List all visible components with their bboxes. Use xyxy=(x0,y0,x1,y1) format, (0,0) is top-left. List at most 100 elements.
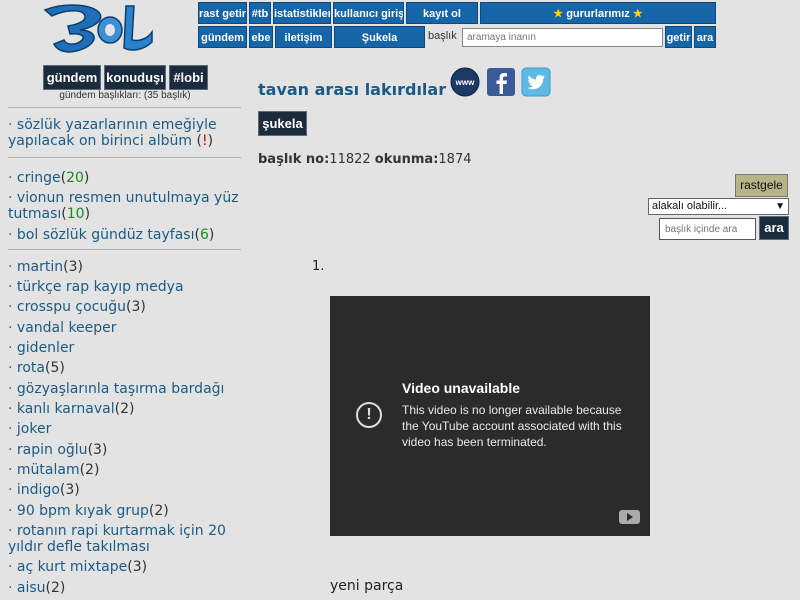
list-item-count: (2) xyxy=(45,580,66,596)
divider xyxy=(8,157,241,158)
tab-konudusi[interactable]: konuduşı xyxy=(104,65,166,90)
list-item-link[interactable]: türkçe rap kayıp medya xyxy=(17,279,184,295)
search-input[interactable] xyxy=(462,28,663,47)
list-item-link[interactable]: 90 bpm kıyak grup xyxy=(17,503,149,519)
list-item[interactable]: · rotanın rapi kurtarmak için 20 yıldır … xyxy=(8,523,243,555)
list-item[interactable]: · vionun resmen unutulmaya yüz tutması(1… xyxy=(8,190,243,222)
www-icon[interactable]: www xyxy=(450,67,480,97)
bullet: · xyxy=(8,523,17,539)
list-item[interactable]: · aç kurt mixtape(3) xyxy=(8,559,243,575)
list-item[interactable]: · mütalam(2) xyxy=(8,462,243,478)
nav-rast-getir[interactable]: rast getir xyxy=(198,2,247,24)
bol-logo[interactable] xyxy=(40,0,155,58)
youtube-icon[interactable] xyxy=(619,510,640,524)
bullet: · xyxy=(8,320,17,336)
bullet: · xyxy=(8,503,17,519)
list-item[interactable]: · martin(3) xyxy=(8,259,243,275)
list-item[interactable]: · bol sözlük gündüz tayfası(6) xyxy=(8,227,243,243)
bullet: · xyxy=(8,442,17,458)
list-item-link[interactable]: cringe xyxy=(17,170,61,186)
list-item-link[interactable]: gidenler xyxy=(17,340,74,356)
gundem-subtitle: gündem başlıkları: (35 başlık) xyxy=(59,90,191,101)
alakali-select[interactable]: alakalı olabilir... ▼ xyxy=(648,198,789,215)
nav-sukela[interactable]: Şukela xyxy=(334,26,425,48)
nav-gundem[interactable]: gündem xyxy=(198,26,247,48)
list-item-link[interactable]: gözyaşlarınla taşırma bardağı xyxy=(17,381,225,397)
list-item-link[interactable]: joker xyxy=(17,421,51,437)
divider xyxy=(8,107,241,108)
list-item[interactable]: · vandal keeper xyxy=(8,320,243,336)
list-item-link[interactable]: martin xyxy=(17,259,63,275)
tab-lobi[interactable]: #lobi xyxy=(169,65,208,90)
list-item-count: (3) xyxy=(87,442,108,458)
list-item[interactable]: · gözyaşlarınla taşırma bardağı xyxy=(8,381,243,397)
list-item-count: (3) xyxy=(126,299,146,315)
bullet: · xyxy=(8,279,17,295)
list-item[interactable]: · türkçe rap kayıp medya xyxy=(8,279,243,295)
featured-item[interactable]: · sözlük yazarlarının emeğiyle yapılacak… xyxy=(8,117,243,149)
tab-gundem[interactable]: gündem xyxy=(43,65,101,90)
video-message: This video is no longer available becaus… xyxy=(402,403,622,449)
list-item-count: (2) xyxy=(79,462,100,478)
list-item-link[interactable]: aç kurt mixtape xyxy=(17,559,127,575)
nav-ebe[interactable]: ebe xyxy=(249,26,273,48)
list-item[interactable]: · indigo(3) xyxy=(8,482,243,498)
list-item-link[interactable]: crosspu çocuğu xyxy=(17,299,126,315)
bullet: · xyxy=(8,259,17,275)
entry-text: yeni parça xyxy=(330,578,404,594)
list-item[interactable]: · rapin oğlu(3) xyxy=(8,442,243,458)
okunma-value: 1874 xyxy=(438,152,472,167)
nav-iletisim[interactable]: iletişim xyxy=(275,26,332,48)
list-item-count: (6) xyxy=(194,227,215,243)
list-item[interactable]: · aisu(2) xyxy=(8,580,243,596)
list-item-link[interactable]: bol sözlük gündüz tayfası xyxy=(17,227,195,243)
bullet: · xyxy=(8,381,17,397)
getir-button[interactable]: getir xyxy=(665,26,692,48)
nav-gururlarimiz-label: gururlarımız xyxy=(566,8,630,20)
twitter-icon[interactable] xyxy=(521,67,551,97)
list-item-link[interactable]: rotanın rapi kurtarmak için 20 yıldır de… xyxy=(8,523,226,555)
list-item-link[interactable]: rota xyxy=(17,360,45,376)
star-icon: ★ xyxy=(553,8,564,20)
rastgele-button[interactable]: rastgele xyxy=(735,174,788,197)
bullet: · xyxy=(8,299,17,315)
list-item-link[interactable]: aisu xyxy=(17,580,46,596)
list-item-count: (3) xyxy=(59,482,80,498)
entry-number: 1. xyxy=(312,259,325,274)
featured-badge: (!) xyxy=(196,133,214,149)
nav-tb[interactable]: #tb xyxy=(249,2,271,24)
list-item[interactable]: · kanlı karnaval(2) xyxy=(8,401,243,417)
nav-istatistikler[interactable]: istatistikler xyxy=(273,2,331,24)
nav-kullanici-girisi[interactable]: kullanıcı girişi xyxy=(333,2,404,24)
bullet: · xyxy=(8,340,17,356)
list-item[interactable]: · cringe(20) xyxy=(8,170,243,186)
in-topic-ara-button[interactable]: ara xyxy=(759,216,789,240)
in-topic-search-input[interactable] xyxy=(659,218,756,240)
alakali-selected: alakalı olabilir... xyxy=(652,200,728,212)
facebook-icon[interactable] xyxy=(486,67,516,97)
list-item-link[interactable]: mütalam xyxy=(17,462,80,478)
topic-title[interactable]: tavan arası lakırdılar xyxy=(258,80,446,99)
list-item-count: (20) xyxy=(60,170,90,186)
list-item[interactable]: · rota(5) xyxy=(8,360,243,376)
list-item-link[interactable]: vionun resmen unutulmaya yüz tutması xyxy=(8,190,239,222)
list-item[interactable]: · joker xyxy=(8,421,243,437)
list-item-count: (10) xyxy=(61,206,91,222)
list-item[interactable]: · gidenler xyxy=(8,340,243,356)
list-item-count: (2) xyxy=(148,503,169,519)
list-item[interactable]: · 90 bpm kıyak grup(2) xyxy=(8,503,243,519)
bullet: · xyxy=(8,170,17,186)
video-embed[interactable]: ! Video unavailable This video is no lon… xyxy=(330,296,650,536)
www-icon-text: www xyxy=(455,78,475,87)
nav-kayit-ol[interactable]: kayıt ol xyxy=(406,2,478,24)
list-item-link[interactable]: vandal keeper xyxy=(17,320,117,336)
list-item-link[interactable]: rapin oğlu xyxy=(17,442,88,458)
list-item-link[interactable]: indigo xyxy=(17,482,60,498)
list-item-link[interactable]: kanlı karnaval xyxy=(17,401,115,417)
nav-gururlarimiz[interactable]: ★ gururlarımız ★ xyxy=(480,2,716,24)
list-item[interactable]: · crosspu çocuğu(3) xyxy=(8,299,243,315)
ara-button[interactable]: ara xyxy=(694,26,716,48)
featured-link[interactable]: sözlük yazarlarının emeğiyle yapılacak o… xyxy=(8,117,217,149)
list-item-count: (3) xyxy=(63,259,83,275)
sukela-button[interactable]: şukela xyxy=(258,111,307,136)
